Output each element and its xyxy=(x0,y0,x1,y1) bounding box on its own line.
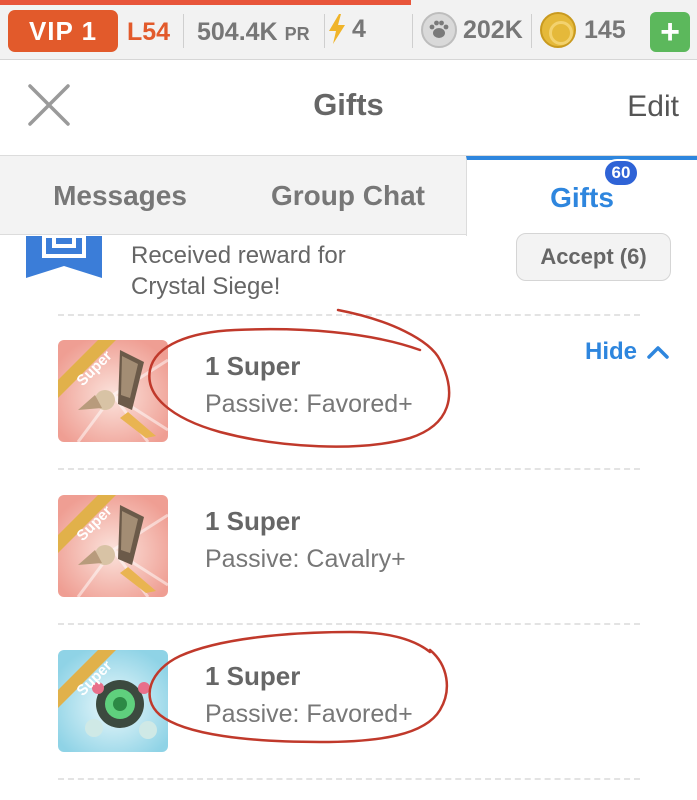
divider xyxy=(58,623,640,625)
item-title: 1 Super xyxy=(205,661,301,691)
item-title: 1 Super xyxy=(205,351,301,381)
gold-readout[interactable]: 145 xyxy=(540,12,626,48)
item-description: Passive: Cavalry+ xyxy=(205,545,406,573)
add-gold-button[interactable]: + xyxy=(650,12,690,52)
chevron-up-icon xyxy=(647,346,669,359)
divider xyxy=(531,14,532,48)
item-icon[interactable]: Super xyxy=(58,340,168,442)
energy-readout[interactable]: 4 xyxy=(328,14,366,44)
progress-bar xyxy=(0,0,412,5)
item-description: Passive: Favored+ xyxy=(205,390,413,418)
accept-button[interactable]: Accept (6) xyxy=(516,233,671,281)
paw-icon xyxy=(421,12,457,48)
tab-bar: Messages Group Chat Gifts xyxy=(0,155,697,236)
vip-badge[interactable]: VIP 1 xyxy=(8,10,118,52)
reward-message-line: Received reward for xyxy=(131,242,346,269)
item-description: Passive: Favored+ xyxy=(205,700,413,728)
divider xyxy=(324,14,325,48)
hide-button[interactable]: Hide xyxy=(585,338,669,366)
divider xyxy=(58,778,640,780)
status-bar: VIP 1 L54 504.4K PR 4 202K 145 + xyxy=(0,0,697,60)
power-value: 504.4K xyxy=(197,18,278,46)
tab-group-chat[interactable]: Group Chat xyxy=(232,156,464,236)
tab-messages[interactable]: Messages xyxy=(0,156,240,236)
divider xyxy=(412,14,413,48)
energy-value: 4 xyxy=(352,14,366,43)
divider xyxy=(58,314,640,316)
hide-label: Hide xyxy=(585,338,638,365)
divider xyxy=(183,14,184,48)
item-title: 1 Super xyxy=(205,506,301,536)
food-readout[interactable]: 202K xyxy=(421,12,523,48)
power-readout[interactable]: 504.4K PR xyxy=(197,18,310,47)
divider xyxy=(58,468,640,470)
gifts-count-badge: 60 xyxy=(603,159,639,187)
power-unit: PR xyxy=(284,24,310,44)
coin-icon xyxy=(540,12,576,48)
gold-value: 145 xyxy=(584,15,626,44)
reward-message: Received reward for Crystal Siege! xyxy=(131,240,461,302)
lightning-icon xyxy=(329,14,345,44)
item-icon[interactable]: Super xyxy=(58,495,168,597)
item-icon[interactable]: Super xyxy=(58,650,168,752)
page-title: Gifts xyxy=(313,87,384,122)
reward-banner-icon xyxy=(26,236,102,278)
level-label[interactable]: L54 xyxy=(127,18,170,47)
food-value: 202K xyxy=(463,15,523,44)
tab-gifts[interactable]: Gifts xyxy=(466,156,697,236)
reward-message-line: Crystal Siege! xyxy=(131,273,281,300)
edit-button[interactable]: Edit xyxy=(627,90,679,124)
